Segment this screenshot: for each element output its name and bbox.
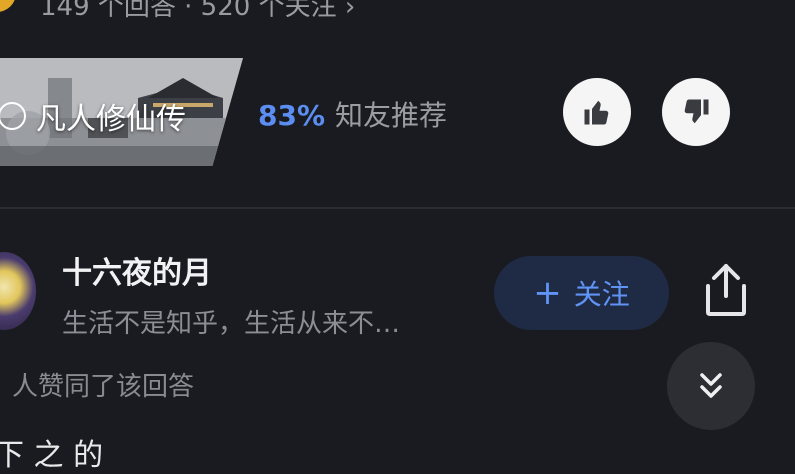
dislike-button[interactable]	[662, 78, 730, 146]
author-avatar[interactable]	[0, 252, 36, 330]
work-card-title: 凡人修仙传	[36, 102, 186, 137]
author-name[interactable]: 十六夜的月	[62, 248, 212, 292]
scroll-down-button[interactable]	[667, 342, 755, 430]
thumbs-down-icon	[684, 99, 709, 124]
topic-stats[interactable]: 149 个回答 · 520 个关注 ›	[40, 0, 355, 23]
author-bio: 生活不是知乎，生活从来不…	[62, 309, 401, 339]
share-icon[interactable]	[700, 262, 752, 318]
section-divider	[0, 207, 795, 209]
play-icon	[0, 102, 26, 130]
follow-label: 关注	[573, 278, 630, 311]
recommend-percent: 83%	[258, 99, 326, 132]
like-button[interactable]	[563, 78, 631, 146]
topic-avatar	[0, 0, 16, 12]
double-chevron-down-icon	[700, 373, 722, 398]
follow-button[interactable]: + 关注	[494, 256, 669, 330]
thumbs-up-icon	[584, 100, 609, 125]
endorse-count: 人赞同了该回答	[12, 372, 195, 402]
recommend-label: 知友推荐	[335, 99, 448, 132]
answer-text: 下 之 的	[0, 438, 104, 473]
recommend-rate: 83% 知友推荐	[258, 94, 447, 134]
work-card-title-row: 凡人修仙传	[0, 94, 186, 138]
plus-icon: +	[533, 273, 562, 313]
